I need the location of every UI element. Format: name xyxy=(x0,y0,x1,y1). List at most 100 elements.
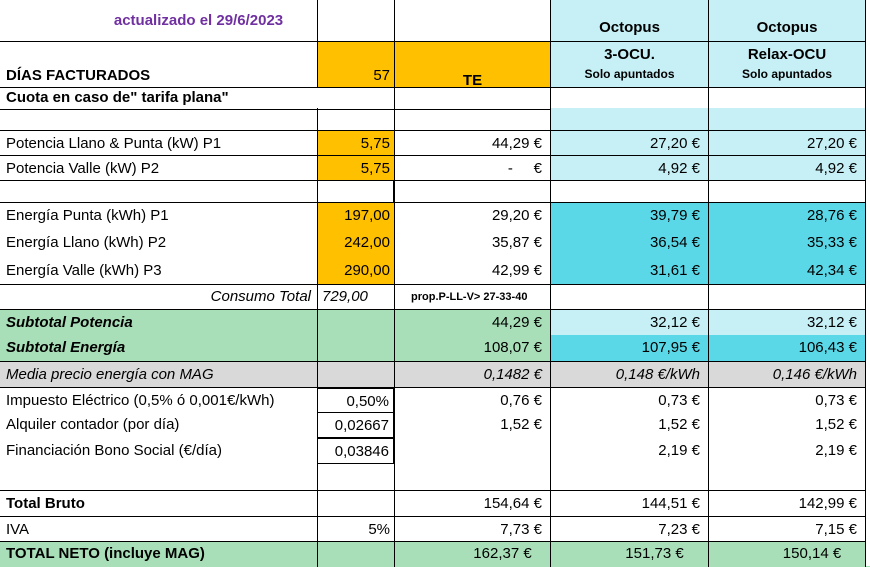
row-label[interactable]: Energía Llano (kWh) P2 xyxy=(0,228,317,257)
cell[interactable] xyxy=(317,362,394,388)
te-cell[interactable]: 7,73 € xyxy=(394,517,550,542)
qty-cell[interactable]: 5% xyxy=(317,517,394,542)
dias-label[interactable]: DÍAS FACTURADOS xyxy=(0,42,317,88)
te-cell[interactable]: 29,20 € xyxy=(394,203,550,229)
cell[interactable] xyxy=(550,181,708,203)
te-header[interactable]: TE xyxy=(394,42,550,88)
plan-b-cell[interactable]: 7,15 € xyxy=(708,517,866,542)
row-label[interactable]: IVA xyxy=(0,517,317,542)
te-cell[interactable]: 0,76 € xyxy=(394,388,550,413)
cell[interactable] xyxy=(394,88,550,109)
row-label[interactable]: Financiación Bono Social (€/día) xyxy=(0,438,317,464)
te-cell[interactable]: 44,29 € xyxy=(394,310,550,336)
plan-a-cell[interactable]: 39,79 € xyxy=(550,203,708,229)
cell[interactable] xyxy=(317,464,394,490)
dias-value[interactable]: 57 xyxy=(317,42,394,88)
cell[interactable] xyxy=(394,464,550,490)
row-label[interactable]: Alquiler contador (por día) xyxy=(0,412,317,438)
qty-cell[interactable]: 5,75 xyxy=(317,131,394,156)
cell[interactable] xyxy=(394,181,550,203)
plan-b-cell[interactable]: 1,52 € xyxy=(708,412,866,438)
row-label[interactable]: Media precio energía con MAG xyxy=(0,362,317,388)
te-cell[interactable]: 42,99 € xyxy=(394,257,550,284)
plan-a-cell[interactable]: 0,148 €/kWh xyxy=(550,362,708,388)
plan-b-cell[interactable]: 28,76 € xyxy=(708,203,866,229)
row-label[interactable]: Energía Punta (kWh) P1 xyxy=(0,203,317,229)
qty-cell[interactable]: 242,00 xyxy=(317,228,394,257)
plan-a-cell[interactable]: 151,73 € xyxy=(550,542,708,567)
plan-a-cell[interactable]: 31,61 € xyxy=(550,257,708,284)
cell[interactable] xyxy=(317,0,394,41)
te-cell[interactable]: 108,07 € xyxy=(394,335,550,361)
te-cell[interactable]: 35,87 € xyxy=(394,228,550,257)
cell[interactable] xyxy=(708,181,866,203)
row-label[interactable]: TOTAL NETO (incluye MAG) xyxy=(0,542,317,567)
row-label[interactable]: Subtotal Potencia xyxy=(0,310,317,336)
cell[interactable] xyxy=(550,285,708,310)
row-label[interactable]: Potencia Llano & Punta (kW) P1 xyxy=(0,131,317,156)
te-cell[interactable]: 44,29 € xyxy=(394,131,550,156)
plan-a-cell[interactable]: 36,54 € xyxy=(550,228,708,257)
plan-a-cell[interactable]: 32,12 € xyxy=(550,310,708,336)
te-cell[interactable]: 0,1482 € xyxy=(394,362,550,388)
plan-b-cell[interactable]: 42,34 € xyxy=(708,257,866,284)
consumo-label[interactable]: Consumo Total xyxy=(0,285,317,310)
qty-cell[interactable]: 0,50% xyxy=(317,388,394,413)
cell[interactable] xyxy=(317,108,394,130)
plan-b-cell[interactable]: 2,19 € xyxy=(708,438,866,464)
plan-b-cell[interactable]: 150,14 € xyxy=(708,542,866,567)
te-cell[interactable]: 1,52 € xyxy=(394,412,550,438)
provider-a-header[interactable]: Octopus xyxy=(550,0,708,41)
plan-a-cell[interactable]: 7,23 € xyxy=(550,517,708,542)
plan-b-cell[interactable]: 27,20 € xyxy=(708,131,866,156)
row-label[interactable]: Subtotal Energía xyxy=(0,335,317,361)
te-cell[interactable]: - € xyxy=(394,156,550,181)
cuota-note[interactable]: Cuota en caso de" tarifa plana" xyxy=(0,88,394,109)
cell[interactable] xyxy=(708,88,866,109)
cell[interactable] xyxy=(708,285,866,310)
plan-b-cell[interactable]: 0,146 €/kWh xyxy=(708,362,866,388)
plan-a-cell[interactable]: 27,20 € xyxy=(550,131,708,156)
cell[interactable] xyxy=(550,108,708,130)
plan-a-cell[interactable]: 1,52 € xyxy=(550,412,708,438)
row-label[interactable]: Energía Valle (kWh) P3 xyxy=(0,257,317,284)
cell[interactable] xyxy=(317,335,394,361)
cell[interactable] xyxy=(708,464,866,490)
plan-b-cell[interactable]: 35,33 € xyxy=(708,228,866,257)
qty-cell[interactable]: 0,02667 xyxy=(317,412,394,438)
row-label[interactable]: Impuesto Eléctrico (0,5% ó 0,001€/kWh) xyxy=(0,388,317,413)
plan-a-cell[interactable]: 4,92 € xyxy=(550,156,708,181)
updated-label[interactable]: actualizado el 29/6/2023 xyxy=(0,0,317,41)
provider-b-header[interactable]: Octopus xyxy=(708,0,866,41)
cell[interactable] xyxy=(394,108,550,130)
row-label[interactable]: Potencia Valle (kW) P2 xyxy=(0,156,317,181)
plan-b-cell[interactable]: 142,99 € xyxy=(708,491,866,517)
cell[interactable] xyxy=(550,88,708,109)
plan-b-cell[interactable]: 4,92 € xyxy=(708,156,866,181)
consumo-total[interactable]: 729,00 xyxy=(317,285,394,310)
cell[interactable] xyxy=(394,0,550,41)
te-cell[interactable]: 154,64 € xyxy=(394,491,550,517)
plan-a-cell[interactable]: 2,19 € xyxy=(550,438,708,464)
te-cell[interactable]: 162,37 € xyxy=(394,542,550,567)
plan-a-cell[interactable]: 0,73 € xyxy=(550,388,708,413)
cell[interactable] xyxy=(317,491,394,517)
cell[interactable] xyxy=(317,542,394,567)
plan-a-cell[interactable]: 144,51 € xyxy=(550,491,708,517)
plan-b-cell[interactable]: 0,73 € xyxy=(708,388,866,413)
cell[interactable] xyxy=(708,108,866,130)
cell[interactable] xyxy=(317,181,394,203)
qty-cell[interactable]: 290,00 xyxy=(317,257,394,284)
plan-b-cell[interactable]: 32,12 € xyxy=(708,310,866,336)
plan-b-header[interactable]: Relax-OCU Solo apuntados xyxy=(708,42,866,88)
te-cell[interactable] xyxy=(394,438,550,464)
qty-cell[interactable]: 197,00 xyxy=(317,203,394,229)
cell[interactable] xyxy=(550,464,708,490)
cell[interactable] xyxy=(317,310,394,336)
plan-a-cell[interactable]: 107,95 € xyxy=(550,335,708,361)
plan-a-header[interactable]: 3-OCU. Solo apuntados xyxy=(550,42,708,88)
qty-cell[interactable]: 5,75 xyxy=(317,156,394,181)
qty-cell[interactable]: 0,03846 xyxy=(317,438,394,464)
prop-note[interactable]: prop.P-LL-V> 27-33-40 xyxy=(394,285,550,310)
plan-b-cell[interactable]: 106,43 € xyxy=(708,335,866,361)
